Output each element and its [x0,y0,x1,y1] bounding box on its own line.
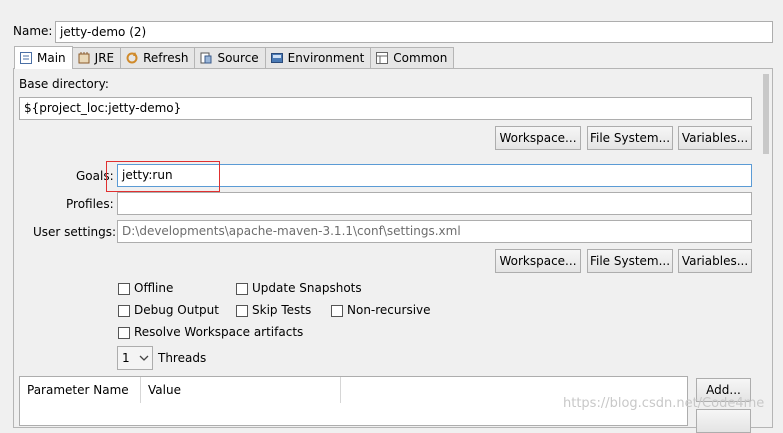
watermark-text: https://blog.csdn.net/Code4me [563,396,765,411]
value-column-header[interactable]: Value [141,377,341,403]
base-directory-field[interactable]: ${project_loc:jetty-demo} [19,97,752,120]
base-file-system-button[interactable]: File System... [587,126,673,150]
tab-refresh-label: Refresh [143,51,189,65]
tab-jre[interactable]: JRE [71,47,122,68]
main-tab-icon [19,51,33,65]
base-directory-label: Base directory: [19,77,109,91]
edit-parameter-button[interactable] [696,409,751,433]
chevron-down-icon [139,352,149,367]
settings-variables-button[interactable]: Variables... [678,249,752,273]
name-label: Name: [13,24,53,38]
scrollbar-thumb[interactable] [763,74,769,154]
threads-label: Threads [158,351,207,365]
vertical-scrollbar[interactable] [761,70,771,422]
offline-checkbox[interactable] [118,283,130,295]
debug-output-checkbox[interactable] [118,305,130,317]
goals-highlight-box [106,161,220,192]
non-recursive-checkbox[interactable] [331,305,343,317]
tab-source[interactable]: Source [194,47,266,68]
main-tab-panel [13,68,773,428]
parameter-name-column-header[interactable]: Parameter Name [20,377,141,403]
settings-workspace-button[interactable]: Workspace... [495,249,581,273]
user-settings-label: User settings: [33,225,117,239]
jre-tab-icon [77,51,91,65]
base-variables-button[interactable]: Variables... [678,126,752,150]
skip-tests-checkbox[interactable] [236,305,248,317]
non-recursive-label: Non-recursive [347,303,431,317]
skip-tests-label: Skip Tests [252,303,312,317]
common-tab-icon [375,51,389,65]
update-snapshots-checkbox[interactable] [236,283,248,295]
name-field[interactable]: jetty-demo (2) [55,21,773,43]
tab-common[interactable]: Common [370,47,455,68]
profiles-label: Profiles: [66,197,114,211]
tab-bar: Main JRE Refresh Source Environment Comm… [14,46,455,69]
user-settings-field[interactable]: D:\developments\apache-maven-3.1.1\conf\… [117,220,752,243]
profiles-field[interactable] [117,192,752,215]
tab-common-label: Common [393,51,448,65]
settings-file-system-button[interactable]: File System... [587,249,673,273]
tab-main[interactable]: Main [14,46,73,69]
tab-refresh[interactable]: Refresh [120,47,196,68]
tab-main-label: Main [37,51,66,65]
update-snapshots-label: Update Snapshots [252,281,362,295]
threads-value: 1 [122,351,130,365]
tab-source-label: Source [217,51,259,65]
base-workspace-button[interactable]: Workspace... [495,126,581,150]
tab-jre-label: JRE [94,51,115,65]
source-tab-icon [199,51,213,65]
tab-environment-label: Environment [287,51,365,65]
offline-label: Offline [134,281,174,295]
debug-output-label: Debug Output [134,303,219,317]
tab-environment[interactable]: Environment [264,47,372,68]
refresh-tab-icon [125,51,139,65]
resolve-workspace-checkbox[interactable] [118,327,130,339]
resolve-workspace-label: Resolve Workspace artifacts [134,325,304,339]
threads-select[interactable]: 1 [117,346,153,370]
environment-tab-icon [270,51,284,65]
